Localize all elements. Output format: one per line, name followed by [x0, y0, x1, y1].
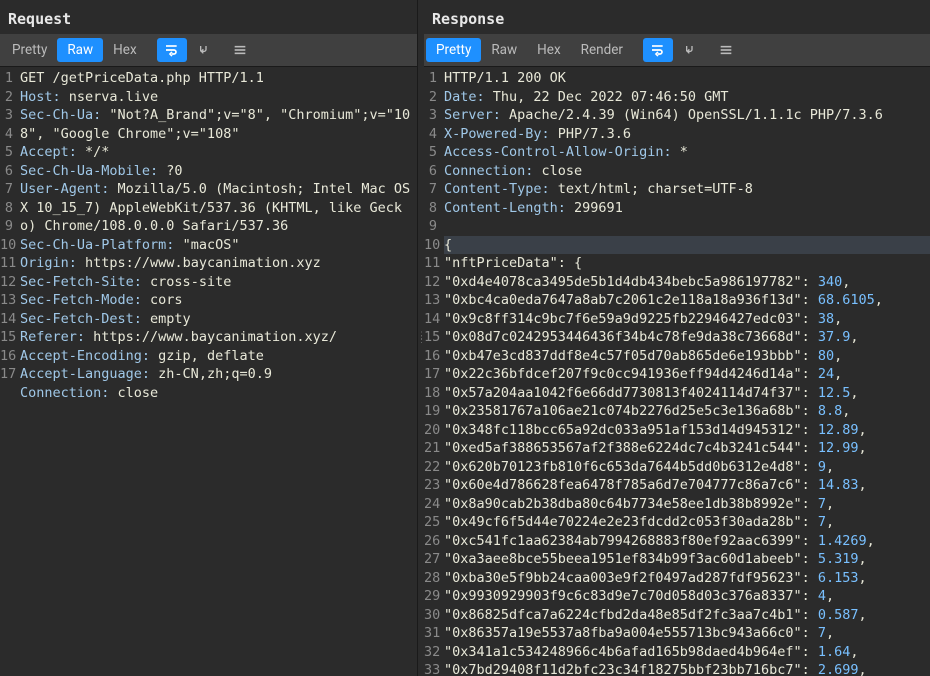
code-line: Sec-Fetch-Site: cross-site [20, 273, 417, 292]
code-line: Referer: https://www.baycanimation.xyz/ [20, 328, 417, 347]
code-line: "0x8a90cab2b38dba80c64b7734e58ee1db38b89… [444, 495, 930, 514]
code-line: Sec-Ch-Ua: "Not?A_Brand";v="8", "Chromiu… [20, 106, 417, 143]
tab-render[interactable]: Render [571, 38, 633, 62]
code-line [20, 402, 417, 421]
tab-hex[interactable]: Hex [527, 38, 571, 62]
request-title: Request [0, 0, 417, 34]
code-line: Date: Thu, 22 Dec 2022 07:46:50 GMT [444, 88, 930, 107]
request-code[interactable]: GET /getPriceData.php HTTP/1.1Host: nser… [16, 67, 417, 676]
response-tabs: PrettyRawHexRender [426, 38, 633, 62]
tab-pretty[interactable]: Pretty [426, 38, 481, 62]
request-content[interactable]: 1234567891011121314151617 GET /getPriceD… [0, 67, 417, 676]
request-tabs: PrettyRawHex [2, 38, 147, 62]
code-line: Sec-Fetch-Dest: empty [20, 310, 417, 329]
code-line: Origin: https://www.baycanimation.xyz [20, 254, 417, 273]
code-line: X-Powered-By: PHP/7.3.6 [444, 125, 930, 144]
wrap-icon[interactable] [643, 38, 673, 62]
newline-icon[interactable] [677, 38, 707, 62]
request-panel: Request PrettyRawHex 1234567891011121314… [0, 0, 418, 676]
code-line: Server: Apache/2.4.39 (Win64) OpenSSL/1.… [444, 106, 930, 125]
request-toolbar: PrettyRawHex [0, 34, 417, 67]
code-line: Accept-Language: zh-CN,zh;q=0.9 [20, 365, 417, 384]
code-line: "0x86357a19e5537a8fba9a004e555713bc943a6… [444, 624, 930, 643]
code-line: Connection: close [20, 384, 417, 403]
tab-hex[interactable]: Hex [103, 38, 147, 62]
code-line: "0x348fc118bcc65a92dc033a951af153d14d945… [444, 421, 930, 440]
code-line: "0xa3aee8bce55beea1951ef834b99f3ac60d1ab… [444, 550, 930, 569]
response-panel: Response PrettyRawHexRender 123456789101… [424, 0, 930, 676]
code-line: "0xbc4ca0eda7647a8ab7c2061c2e118a18a936f… [444, 291, 930, 310]
splitter[interactable]: ⋮⋮ [418, 0, 424, 676]
code-line [444, 217, 930, 236]
code-line: "0xd4e4078ca3495de5b1d4db434bebc5a986197… [444, 273, 930, 292]
code-line: "0x57a204aa1042f6e66dd7730813f4024114d74… [444, 384, 930, 403]
response-code[interactable]: HTTP/1.1 200 OKDate: Thu, 22 Dec 2022 07… [440, 67, 930, 676]
code-line: "0xb47e3cd837ddf8e4c57f05d70ab865de6e193… [444, 347, 930, 366]
code-line: GET /getPriceData.php HTTP/1.1 [20, 69, 417, 88]
code-line: "nftPriceData": { [444, 254, 930, 273]
code-line: { [444, 236, 930, 255]
code-line: Accept-Encoding: gzip, deflate [20, 347, 417, 366]
code-line: "0x7bd29408f11d2bfc23c34f18275bbf23bb716… [444, 661, 930, 676]
response-line-numbers: 1234567891011121314151617181920212223242… [424, 67, 440, 676]
code-line: Host: nserva.live [20, 88, 417, 107]
code-line: Connection: close [444, 162, 930, 181]
code-line: "0x60e4d786628fea6478f785a6d7e704777c86a… [444, 476, 930, 495]
code-line: "0x86825dfca7a6224cfbd2da48e85df2fc3aa7c… [444, 606, 930, 625]
request-line-numbers: 1234567891011121314151617 [0, 67, 16, 676]
code-line: "0x341a1c534248966c4b6afad165b98daed4b96… [444, 643, 930, 662]
code-line: User-Agent: Mozilla/5.0 (Macintosh; Inte… [20, 180, 417, 236]
wrap-icon[interactable] [157, 38, 187, 62]
code-line [20, 421, 417, 440]
code-line: "0xed5af388653567af2f388e6224dc7c4b3241c… [444, 439, 930, 458]
response-title: Response [424, 0, 930, 34]
code-line: Access-Control-Allow-Origin: * [444, 143, 930, 162]
tab-raw[interactable]: Raw [481, 38, 527, 62]
code-line: Accept: */* [20, 143, 417, 162]
response-content[interactable]: 1234567891011121314151617181920212223242… [424, 67, 930, 676]
code-line: "0x9930929903f9c6c83d9e7c70d058d03c376a8… [444, 587, 930, 606]
code-line: "0x22c36bfdcef207f9c0cc941936eff94d4246d… [444, 365, 930, 384]
code-line: Sec-Ch-Ua-Platform: "macOS" [20, 236, 417, 255]
code-line: Sec-Fetch-Mode: cors [20, 291, 417, 310]
code-line: "0xc541fc1aa62384ab7994268883f80ef92aac6… [444, 532, 930, 551]
code-line: "0x620b70123fb810f6c653da7644b5dd0b6312e… [444, 458, 930, 477]
code-line: "0x9c8ff314c9bc7f6e59a9d9225fb22946427ed… [444, 310, 930, 329]
code-line: Content-Length: 299691 [444, 199, 930, 218]
menu-icon[interactable] [225, 38, 255, 62]
newline-icon[interactable] [191, 38, 221, 62]
code-line: HTTP/1.1 200 OK [444, 69, 930, 88]
code-line: "0x49cf6f5d44e70224e2e23fdcdd2c053f30ada… [444, 513, 930, 532]
menu-icon[interactable] [711, 38, 741, 62]
response-toolbar: PrettyRawHexRender [424, 34, 930, 67]
code-line: Content-Type: text/html; charset=UTF-8 [444, 180, 930, 199]
code-line: "0x23581767a106ae21c074b2276d25e5c3e136a… [444, 402, 930, 421]
tab-pretty[interactable]: Pretty [2, 38, 57, 62]
tab-raw[interactable]: Raw [57, 38, 103, 62]
code-line: Sec-Ch-Ua-Mobile: ?0 [20, 162, 417, 181]
code-line: "0x08d7c0242953446436f34b4c78fe9da38c736… [444, 328, 930, 347]
code-line: "0xba30e5f9bb24caa003e9f2f0497ad287fdf95… [444, 569, 930, 588]
